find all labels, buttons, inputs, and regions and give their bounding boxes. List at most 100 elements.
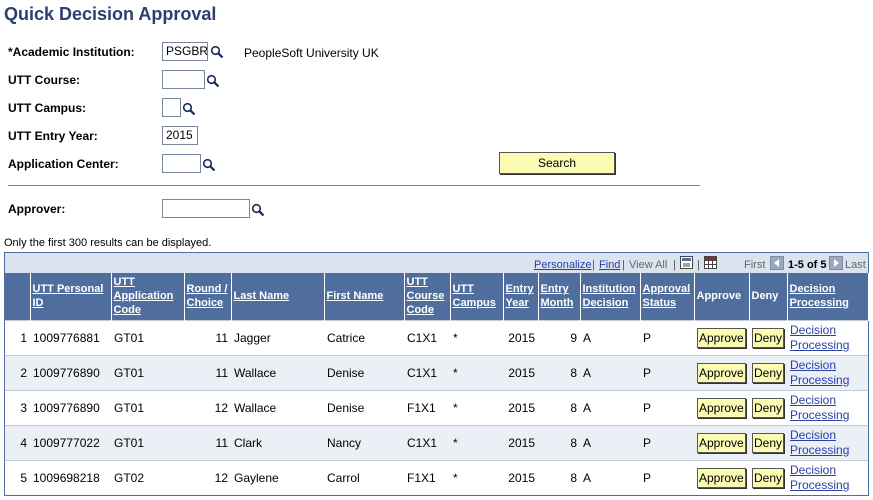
col-header-approval-status[interactable]: Approval Status — [643, 283, 691, 309]
col-header-last-name[interactable]: Last Name — [234, 290, 290, 302]
col-header-approve: Approve — [696, 290, 742, 303]
nav-separator: | — [592, 259, 595, 271]
grid-navigation-bar: Personalize | Find | View All | | First … — [5, 253, 868, 273]
institution-label: *Academic Institution: — [8, 45, 135, 59]
table-row: 3 1009776890 GT01 12 Wallace Denise F1X1… — [5, 389, 868, 425]
cell-round: 12 — [184, 459, 231, 495]
cell-approval-status: P — [640, 424, 694, 460]
cell-entry-month: 8 — [538, 424, 580, 460]
decision-link-line1: Decision — [790, 322, 837, 337]
app-center-label: Application Center: — [8, 157, 119, 171]
decision-processing-link[interactable]: Decision Processing — [790, 393, 865, 423]
find-link[interactable]: Find — [599, 259, 620, 271]
decision-processing-link[interactable]: Decision Processing — [790, 428, 865, 458]
decision-processing-link[interactable]: Decision Processing — [790, 358, 865, 388]
campus-lookup-icon[interactable] — [182, 102, 196, 116]
download-excel-icon[interactable] — [704, 256, 717, 269]
cell-course-code: C1X1 — [404, 319, 450, 355]
cell-first-name: Carrol — [324, 459, 404, 495]
decision-link-line2: Processing — [790, 337, 850, 352]
approver-input[interactable] — [162, 199, 250, 218]
cell-entry-month: 8 — [538, 354, 580, 390]
table-header-row: UTT Personal ID UTT Application Code Rou… — [5, 273, 869, 320]
decision-link-line1: Decision — [790, 357, 837, 372]
col-header-inst-decision[interactable]: Institution Decision — [583, 283, 636, 309]
app-center-input[interactable] — [162, 154, 201, 173]
cell-entry-year: 2015 — [503, 424, 538, 460]
col-header-app-code[interactable]: UTT Application Code — [114, 276, 174, 316]
deny-button[interactable]: Deny — [752, 397, 785, 418]
arrow-right-icon — [834, 259, 839, 267]
results-grid: Personalize | Find | View All | | First … — [4, 252, 869, 496]
cell-last-name: Gaylene — [231, 459, 324, 495]
entry-year-input[interactable]: 2015 — [162, 126, 198, 145]
approve-button[interactable]: Approve — [697, 397, 746, 418]
decision-link-line2: Processing — [790, 477, 850, 492]
course-input[interactable] — [162, 70, 205, 89]
cell-personal-id: 1009776890 — [30, 389, 111, 425]
view-all-link[interactable]: View All — [629, 259, 667, 271]
cell-campus: * — [450, 424, 503, 460]
approve-button[interactable]: Approve — [697, 432, 746, 453]
col-header-decision-processing[interactable]: Decision Processing — [790, 283, 849, 309]
next-page-button[interactable] — [829, 256, 843, 270]
app-center-lookup-icon[interactable] — [202, 158, 216, 172]
institution-lookup-icon[interactable] — [210, 45, 224, 59]
cell-course-code: C1X1 — [404, 354, 450, 390]
entry-year-label: UTT Entry Year: — [8, 129, 98, 143]
cell-entry-year: 2015 — [503, 459, 538, 495]
course-lookup-icon[interactable] — [206, 74, 220, 88]
search-button[interactable]: Search — [499, 152, 615, 174]
decision-link-line2: Processing — [790, 442, 850, 457]
decision-processing-link[interactable]: Decision Processing — [790, 323, 865, 353]
table-row: 4 1009777022 GT01 11 Clark Nancy C1X1 * … — [5, 424, 868, 460]
decision-link-line2: Processing — [790, 372, 850, 387]
cell-course-code: F1X1 — [404, 459, 450, 495]
cell-round: 11 — [184, 424, 231, 460]
cell-inst-decision: A — [580, 424, 640, 460]
cell-approval-status: P — [640, 389, 694, 425]
cell-first-name: Denise — [324, 354, 404, 390]
col-header-first-name[interactable]: First Name — [327, 290, 384, 302]
col-header-entry-month[interactable]: Entry Month — [541, 283, 574, 309]
deny-button[interactable]: Deny — [752, 362, 785, 383]
cell-campus: * — [450, 319, 503, 355]
cell-round: 11 — [184, 354, 231, 390]
deny-button[interactable]: Deny — [752, 467, 785, 488]
approve-button[interactable]: Approve — [697, 362, 746, 383]
institution-input[interactable]: PSGBR — [162, 42, 208, 61]
cell-personal-id: 1009776881 — [30, 319, 111, 355]
personalize-link[interactable]: Personalize — [534, 259, 591, 271]
cell-last-name: Wallace — [231, 354, 324, 390]
cell-personal-id: 1009776890 — [30, 354, 111, 390]
row-range-label: 1-5 of 5 — [788, 259, 827, 271]
approve-button[interactable]: Approve — [697, 467, 746, 488]
course-label: UTT Course: — [8, 73, 80, 87]
col-header-personal-id[interactable]: UTT Personal ID — [33, 283, 104, 309]
deny-button[interactable]: Deny — [752, 432, 785, 453]
cell-last-name: Jagger — [231, 319, 324, 355]
col-header-course-code[interactable]: UTT Course Code — [407, 276, 445, 316]
nav-separator: | — [622, 259, 625, 271]
col-header-round[interactable]: Round / Choice — [187, 283, 228, 309]
cell-round: 12 — [184, 389, 231, 425]
approve-button[interactable]: Approve — [697, 327, 746, 348]
col-header-entry-year[interactable]: Entry Year — [506, 283, 534, 309]
institution-description: PeopleSoft University UK — [244, 46, 379, 60]
approver-lookup-icon[interactable] — [251, 203, 265, 217]
campus-label: UTT Campus: — [8, 101, 86, 115]
cell-app-code: GT02 — [111, 459, 184, 495]
decision-link-line2: Processing — [790, 407, 850, 422]
col-header-campus[interactable]: UTT Campus — [453, 283, 496, 309]
deny-button[interactable]: Deny — [752, 327, 785, 348]
cell-first-name: Catrice — [324, 319, 404, 355]
decision-link-line1: Decision — [790, 462, 837, 477]
cell-last-name: Clark — [231, 424, 324, 460]
table-row: 5 1009698218 GT02 12 Gaylene Carrol F1X1… — [5, 459, 868, 495]
cell-inst-decision: A — [580, 354, 640, 390]
cell-approval-status: P — [640, 354, 694, 390]
campus-input[interactable] — [162, 98, 181, 117]
previous-page-button[interactable] — [770, 256, 784, 270]
zoom-grid-icon[interactable] — [680, 256, 693, 269]
decision-processing-link[interactable]: Decision Processing — [790, 463, 865, 493]
